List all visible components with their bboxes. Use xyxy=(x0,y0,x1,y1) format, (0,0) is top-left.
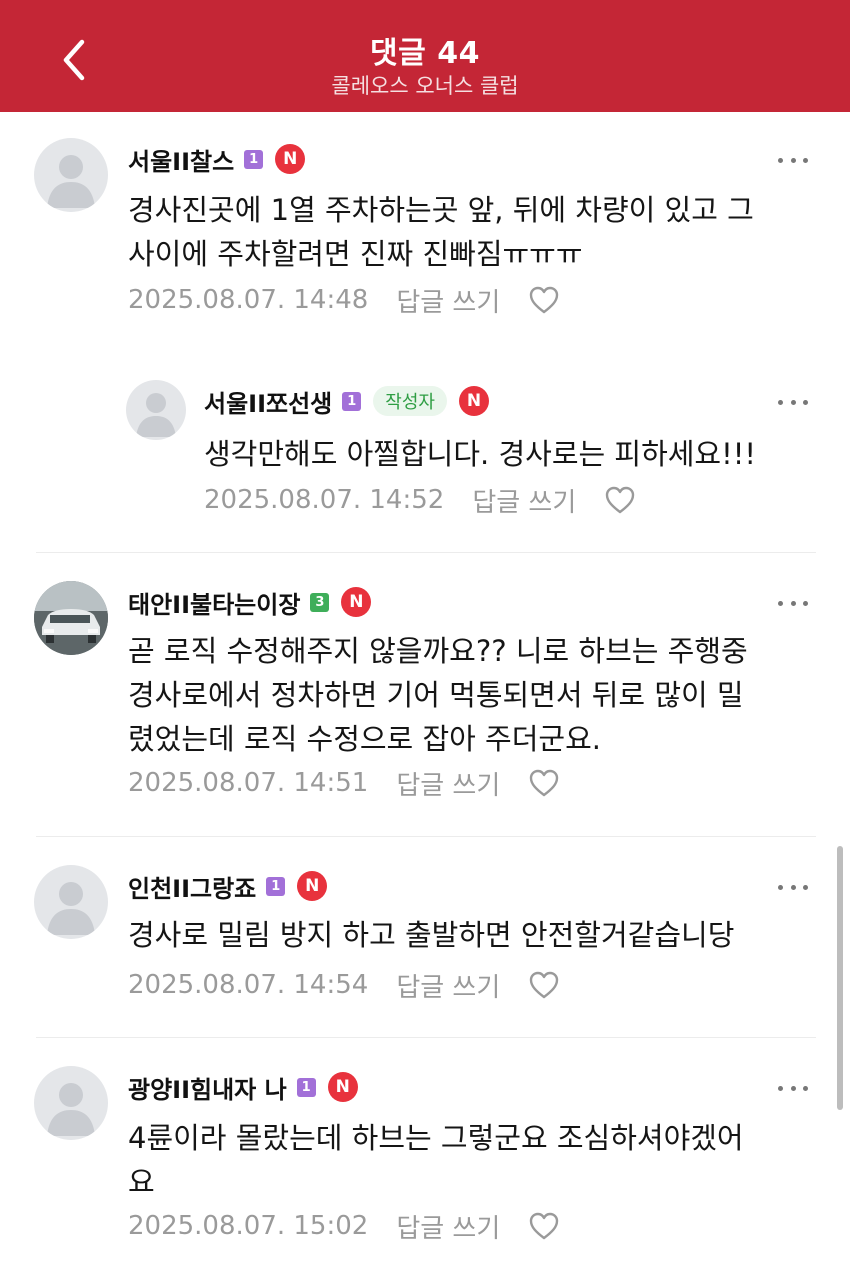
comment-meta: 2025.08.07. 14:52 답글 쓰기 xyxy=(204,480,636,520)
n-badge-icon: N xyxy=(327,1072,358,1102)
comment-text-line: 요 xyxy=(128,1165,155,1199)
user-silhouette-icon xyxy=(47,155,95,208)
comment-text: 곧 로직 수정해주지 않을까요?? 니로 하브는 주행중 경사로에서 정차하면 … xyxy=(128,629,748,761)
more-options-button[interactable] xyxy=(778,392,808,412)
heart-outline-icon[interactable] xyxy=(528,970,560,1000)
comment-author-row: 태안II불타는이장 3 N xyxy=(128,585,372,620)
comment-author-row: 서울II찰스 1 N xyxy=(128,142,306,177)
avatar[interactable] xyxy=(34,865,108,939)
n-badge-icon: N xyxy=(458,386,489,416)
comment-text-line: 곧 로직 수정해주지 않을까요?? 니로 하브는 주행중 xyxy=(128,634,748,668)
comment-author-row: 서울II쪼선생 1 작성자 N xyxy=(204,384,489,418)
user-silhouette-icon xyxy=(47,882,95,935)
more-options-button[interactable] xyxy=(778,877,808,897)
comment-text-line: 생각만해도 아찔합니다. 경사로는 피하세요!!! xyxy=(204,437,756,471)
comment-text-line: 경사진곳에 1열 주차하는곳 앞, 뒤에 차량이 있고 그 xyxy=(128,193,754,227)
comment-author-name[interactable]: 광양II힘내자 나 xyxy=(128,1070,287,1105)
more-dot xyxy=(790,399,796,405)
heart-outline-icon[interactable] xyxy=(604,485,636,515)
more-dot xyxy=(790,157,796,163)
reply-button[interactable]: 답글 쓰기 xyxy=(396,967,500,1004)
comment-text-line: 경사로 밀림 방지 하고 출발하면 안전할거같습니당 xyxy=(128,918,735,952)
comment-item: 태안II불타는이장 3 N 곧 로직 수정해주지 않을까요?? 니로 하브는 주… xyxy=(0,553,850,836)
comment-author-name[interactable]: 서울II찰스 xyxy=(128,142,234,177)
more-dot xyxy=(778,884,783,890)
comment-text-line: 렸었는데 로직 수정으로 잡아 주더군요. xyxy=(128,722,601,756)
more-options-button[interactable] xyxy=(778,1078,808,1098)
more-dot xyxy=(803,1085,808,1091)
comment-meta: 2025.08.07. 14:48 답글 쓰기 xyxy=(128,280,560,320)
n-badge-icon: N xyxy=(341,587,372,617)
more-dot xyxy=(778,600,783,606)
more-options-button[interactable] xyxy=(778,150,808,170)
comment-meta: 2025.08.07. 14:54 답글 쓰기 xyxy=(128,965,560,1005)
reply-button[interactable]: 답글 쓰기 xyxy=(396,1208,500,1245)
scrollbar[interactable] xyxy=(837,846,843,1110)
comment-text-line: 경사로에서 정차하면 기어 먹통되면서 뒤로 많이 밀 xyxy=(128,678,744,712)
comment-item: 광양II힘내자 나 1 N 4륜이라 몰랐는데 하브는 그렇군요 조심하셔야겠어… xyxy=(0,1038,850,1274)
reply-button[interactable]: 답글 쓰기 xyxy=(396,765,500,802)
user-silhouette-icon xyxy=(136,393,176,437)
heart-outline-icon[interactable] xyxy=(528,285,560,315)
more-dot xyxy=(803,399,808,405)
member-level-badge: 1 xyxy=(244,149,264,169)
comment-date: 2025.08.07. 14:51 xyxy=(128,768,369,798)
avatar[interactable] xyxy=(34,138,108,212)
avatar[interactable] xyxy=(34,1066,108,1140)
member-level-badge: 1 xyxy=(342,391,362,411)
more-dot xyxy=(778,157,783,163)
comment-text: 생각만해도 아찔합니다. 경사로는 피하세요!!! xyxy=(204,432,756,476)
avatar[interactable] xyxy=(34,581,108,655)
comment-date: 2025.08.07. 14:52 xyxy=(204,485,445,515)
comment-date: 2025.08.07. 14:54 xyxy=(128,970,369,1000)
page-title: 댓글 44 xyxy=(370,36,480,71)
more-dot xyxy=(790,884,796,890)
member-level-badge: 1 xyxy=(296,1077,316,1097)
comment-author-row: 광양II힘내자 나 1 N xyxy=(128,1070,358,1104)
page-subtitle: 콜레오스 오너스 클럽 xyxy=(331,74,519,98)
more-options-button[interactable] xyxy=(778,593,808,613)
comment-date: 2025.08.07. 14:48 xyxy=(128,285,369,315)
more-dot xyxy=(778,399,783,405)
author-badge: 작성자 xyxy=(373,386,447,416)
member-level-badge: 3 xyxy=(310,592,330,612)
avatar[interactable] xyxy=(126,380,186,440)
reply-button[interactable]: 답글 쓰기 xyxy=(472,482,576,519)
reply-comment-item: 서울II쪼선생 1 작성자 N 생각만해도 아찔합니다. 경사로는 피하세요!!… xyxy=(0,352,850,552)
comment-text-line: 사이에 주차할려면 진짜 진빠짐ㅠㅠㅠ xyxy=(128,237,583,271)
comment-date: 2025.08.07. 15:02 xyxy=(128,1211,369,1241)
heart-outline-icon[interactable] xyxy=(528,768,560,798)
n-badge-icon: N xyxy=(297,871,328,901)
car-photo-icon xyxy=(34,581,108,655)
more-dot xyxy=(790,1085,796,1091)
comment-author-name[interactable]: 인천II그랑죠 xyxy=(128,869,256,904)
n-badge-icon: N xyxy=(275,144,306,174)
comment-text: 경사로 밀림 방지 하고 출발하면 안전할거같습니당 xyxy=(128,913,734,957)
member-level-badge: 1 xyxy=(266,876,286,896)
more-dot xyxy=(803,884,808,890)
comment-item: 서울II찰스 1 N 경사진곳에 1열 주차하는곳 앞, 뒤에 차량이 있고 그… xyxy=(0,112,850,352)
comment-author-row: 인천II그랑죠 1 N xyxy=(128,869,328,904)
comment-text: 4륜이라 몰랐는데 하브는 그렇군요 조심하셔야겠어 요 xyxy=(128,1116,744,1204)
heart-outline-icon[interactable] xyxy=(528,1211,560,1241)
comment-text: 경사진곳에 1열 주차하는곳 앞, 뒤에 차량이 있고 그 사이에 주차할려면 … xyxy=(128,188,754,276)
user-silhouette-icon xyxy=(47,1083,95,1136)
comment-author-name[interactable]: 서울II쪼선생 xyxy=(204,384,332,419)
top-app-bar: 댓글 44 콜레오스 오너스 클럽 xyxy=(0,0,850,112)
comment-author-name[interactable]: 태안II불타는이장 xyxy=(128,585,300,620)
more-dot xyxy=(778,1085,783,1091)
more-dot xyxy=(803,157,808,163)
comment-text-line: 4륜이라 몰랐는데 하브는 그렇군요 조심하셔야겠어 xyxy=(128,1121,744,1155)
more-dot xyxy=(803,600,808,606)
more-dot xyxy=(790,600,796,606)
reply-button[interactable]: 답글 쓰기 xyxy=(396,282,500,319)
comment-item: 인천II그랑죠 1 N 경사로 밀림 방지 하고 출발하면 안전할거같습니당 2… xyxy=(0,837,850,1037)
comment-meta: 2025.08.07. 14:51 답글 쓰기 xyxy=(128,763,560,803)
comment-meta: 2025.08.07. 15:02 답글 쓰기 xyxy=(128,1206,560,1246)
